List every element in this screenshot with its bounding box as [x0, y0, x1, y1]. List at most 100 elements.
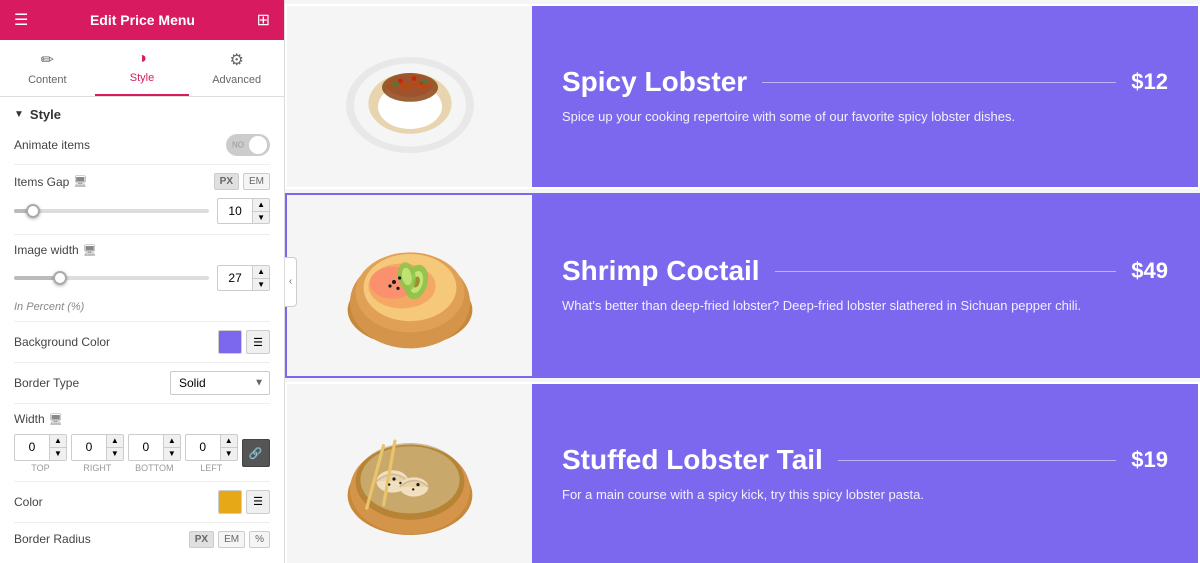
tab-content[interactable]: ✏ Content	[0, 40, 95, 96]
right-panel: ‹	[285, 0, 1200, 563]
item-description-1: Spice up your cooking repertoire with so…	[562, 108, 1168, 126]
width-top-spinner: ▲ ▼	[14, 434, 67, 460]
item-title-row-1: Spicy Lobster $12	[562, 66, 1168, 98]
items-gap-units: PX EM	[214, 173, 270, 190]
background-color-edit-button[interactable]: ☰	[246, 330, 270, 354]
items-gap-input[interactable]	[218, 202, 252, 220]
width-left-increment[interactable]: ▲	[221, 435, 237, 448]
width-bottom-wrap: ▲ ▼ BOTTOM	[128, 434, 181, 472]
background-color-label: Background Color	[14, 335, 110, 349]
items-gap-decrement[interactable]: ▼	[253, 212, 269, 224]
image-width-track[interactable]	[14, 276, 209, 280]
stuffed-dish-image	[330, 395, 490, 555]
width-top-input[interactable]	[15, 438, 49, 456]
items-gap-track[interactable]	[14, 209, 209, 213]
width-right-btns: ▲ ▼	[106, 435, 123, 459]
image-width-row: Image width 🖥	[14, 243, 270, 257]
width-right-input[interactable]	[72, 438, 106, 456]
tab-style-label: Style	[130, 72, 154, 84]
item-title-3: Stuffed Lobster Tail	[562, 444, 823, 476]
color-swatch-wrap: ☰	[218, 490, 270, 514]
width-right-wrap: ▲ ▼ RIGHT	[71, 434, 124, 472]
section-label: Style	[30, 107, 61, 122]
menu-items-container: Spicy Lobster $12 Spice up your cooking …	[285, 0, 1200, 563]
item-description-2: What's better than deep-fried lobster? D…	[562, 297, 1168, 315]
unit-em-button[interactable]: EM	[243, 173, 270, 190]
hamburger-icon[interactable]: ☰	[14, 10, 28, 30]
image-width-increment[interactable]: ▲	[253, 266, 269, 279]
image-width-decrement[interactable]: ▼	[253, 279, 269, 291]
image-width-slider-row: ▲ ▼	[14, 265, 270, 291]
items-gap-label: Items Gap 🖥	[14, 175, 87, 189]
width-left-spinner: ▲ ▼	[185, 434, 238, 460]
border-radius-row: Border Radius PX EM %	[14, 531, 270, 548]
width-bottom-input[interactable]	[129, 438, 163, 456]
width-top-decrement[interactable]: ▼	[50, 448, 66, 460]
image-width-thumb[interactable]	[53, 271, 67, 285]
items-gap-increment[interactable]: ▲	[253, 199, 269, 212]
width-bottom-btns: ▲ ▼	[163, 435, 180, 459]
collapse-handle[interactable]: ‹	[285, 257, 297, 307]
width-left-decrement[interactable]: ▼	[221, 448, 237, 460]
width-right-increment[interactable]: ▲	[107, 435, 123, 448]
divider-4	[14, 362, 270, 363]
advanced-icon: ⚙	[230, 50, 244, 70]
border-inputs-row: ▲ ▼ TOP ▲ ▼ RIGHT	[14, 434, 270, 472]
width-left-wrap: ▲ ▼ LEFT	[185, 434, 238, 472]
items-gap-spinner-btns: ▲ ▼	[252, 199, 269, 223]
border-radius-label: Border Radius	[14, 532, 91, 546]
table-row[interactable]: Shrimp Coctail $49 What's better than de…	[285, 193, 1200, 378]
unit-px-button[interactable]: PX	[214, 173, 239, 190]
border-radius-units: PX EM %	[189, 531, 270, 548]
item-title-2: Shrimp Coctail	[562, 255, 760, 287]
background-color-swatch[interactable]	[218, 330, 242, 354]
monitor-icon: 🖥	[73, 175, 87, 188]
border-radius-em-btn[interactable]: EM	[218, 531, 245, 548]
items-gap-row: Items Gap 🖥 PX EM	[14, 173, 270, 190]
width-left-input[interactable]	[186, 438, 220, 456]
item-price-1: $12	[1131, 69, 1168, 95]
toggle-label: NO	[232, 141, 244, 150]
item-price-3: $19	[1131, 447, 1168, 473]
tab-advanced-label: Advanced	[212, 74, 261, 86]
image-width-input[interactable]	[218, 269, 252, 287]
width-top-btns: ▲ ▼	[49, 435, 66, 459]
tab-advanced[interactable]: ⚙ Advanced	[189, 40, 284, 96]
section-header: ▼ Style	[14, 107, 270, 122]
tab-style[interactable]: ◑ Style	[95, 40, 190, 96]
link-button[interactable]: 🔗	[242, 439, 270, 467]
width-bottom-spinner: ▲ ▼	[128, 434, 181, 460]
background-color-row: Background Color ☰	[14, 330, 270, 354]
width-bottom-increment[interactable]: ▲	[164, 435, 180, 448]
border-radius-px-btn[interactable]: PX	[189, 531, 214, 548]
border-type-select[interactable]: Solid None Dashed Dotted Double	[170, 371, 270, 395]
image-width-label: Image width 🖥	[14, 243, 97, 257]
top-bar-title: Edit Price Menu	[28, 12, 256, 28]
animate-items-toggle[interactable]: NO	[226, 134, 270, 156]
width-top-increment[interactable]: ▲	[50, 435, 66, 448]
image-width-spinner-btns: ▲ ▼	[252, 266, 269, 290]
chevron-down-icon: ▼	[14, 109, 24, 120]
title-line-1	[762, 82, 1116, 83]
color-swatch[interactable]	[218, 490, 242, 514]
width-label: Width 🖥	[14, 412, 63, 426]
image-width-sublabel: In Percent (%)	[14, 301, 270, 313]
width-right-decrement[interactable]: ▼	[107, 448, 123, 460]
border-type-select-wrap: Solid None Dashed Dotted Double ▼	[170, 371, 270, 395]
color-edit-button[interactable]: ☰	[246, 490, 270, 514]
border-radius-pct-btn[interactable]: %	[249, 531, 270, 548]
title-line-3	[838, 460, 1116, 461]
table-row[interactable]: Stuffed Lobster Tail $19 For a main cour…	[285, 382, 1200, 563]
grid-icon[interactable]: ⊞	[257, 10, 270, 30]
width-left-label: LEFT	[200, 463, 222, 473]
table-row[interactable]: Spicy Lobster $12 Spice up your cooking …	[285, 4, 1200, 189]
menu-item-image-3	[287, 384, 532, 563]
menu-item-content-1: Spicy Lobster $12 Spice up your cooking …	[532, 6, 1198, 187]
animate-items-label: Animate items	[14, 138, 90, 152]
width-label-row: Width 🖥	[14, 412, 270, 426]
divider-3	[14, 321, 270, 322]
width-bottom-decrement[interactable]: ▼	[164, 448, 180, 460]
item-title-1: Spicy Lobster	[562, 66, 747, 98]
tabs: ✏ Content ◑ Style ⚙ Advanced	[0, 40, 284, 97]
items-gap-thumb[interactable]	[26, 204, 40, 218]
